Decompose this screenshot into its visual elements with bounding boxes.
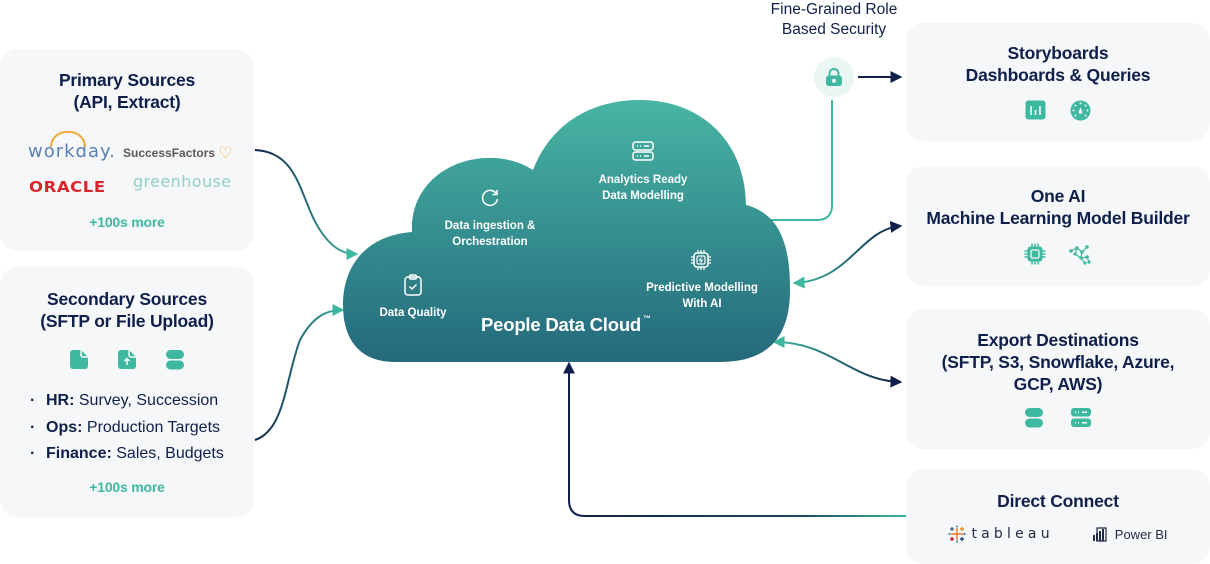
refresh-icon xyxy=(481,189,499,207)
export-subtitle-2: GCP, AWS) xyxy=(1013,374,1103,394)
primary-sources-title: Primary Sources xyxy=(58,70,196,90)
list-item: · HR: Survey, Succession xyxy=(30,392,219,409)
heart-icon: ♡ xyxy=(218,145,233,162)
source-logos: workday. SuccessFactors ♡ ORACLE greenho… xyxy=(26,131,236,203)
secondary-more-link[interactable]: +100s more xyxy=(0,479,254,495)
one-ai-card: One AI Machine Learning Model Builder xyxy=(906,166,1210,286)
export-subtitle-1: (SFTP, S3, Snowflake, Azure, xyxy=(941,352,1175,372)
connector-direct-to-cloud xyxy=(563,361,906,517)
storyboards-title: Storyboards xyxy=(1007,43,1109,63)
one-ai-icons xyxy=(906,243,1210,265)
export-title: Export Destinations xyxy=(977,330,1139,350)
dashboard-gauge-icon xyxy=(1070,100,1091,121)
security-label: Fine-Grained Role Based Security xyxy=(770,1,898,38)
bar-chart-icon xyxy=(1025,100,1046,120)
storyboards-subtitle: Dashboards & Queries xyxy=(965,65,1151,85)
connector-cloud-export xyxy=(772,336,903,388)
direct-connect-card: Direct Connect tableau Power BI xyxy=(906,469,1210,564)
power-bi-logo: Power BI xyxy=(1092,525,1168,543)
database-icon xyxy=(1025,408,1043,428)
secondary-sources-subtitle: (SFTP or File Upload) xyxy=(40,311,214,331)
secondary-sources-card: Secondary Sources (SFTP or File Upload) … xyxy=(0,267,254,517)
list-item: · Ops: Production Targets xyxy=(30,418,221,436)
people-data-cloud: Data ingestion & Orchestration Analytics … xyxy=(340,98,792,364)
feature-predictive-modelling: Predictive Modelling With AI xyxy=(646,282,758,310)
secondary-sources-title: Secondary Sources xyxy=(46,289,207,309)
database-icon xyxy=(166,350,184,370)
chip-icon xyxy=(1024,243,1046,265)
cloud-title: People Data Cloud ™ xyxy=(481,314,651,335)
secondary-icons xyxy=(0,349,254,370)
one-ai-subtitle: Machine Learning Model Builder xyxy=(926,208,1190,228)
secondary-source-list: · HR: Survey, Succession · Ops: Production… xyxy=(30,388,224,468)
feature-analytics-ready: Analytics Ready Data Modelling xyxy=(598,174,688,202)
tableau-logo: tableau xyxy=(948,525,1053,543)
ai-chip-icon xyxy=(691,250,711,270)
direct-connect-brands: tableau Power BI xyxy=(906,525,1210,543)
direct-connect-title: Direct Connect xyxy=(997,491,1119,511)
primary-more-link[interactable]: +100s more xyxy=(0,214,254,230)
feature-data-quality: Data Quality xyxy=(379,307,447,319)
lock-icon xyxy=(826,68,842,86)
primary-sources-subtitle: (API, Extract) xyxy=(73,92,181,112)
server-icon xyxy=(632,141,654,161)
file-upload-icon xyxy=(118,350,136,369)
greenhouse-logo: greenhouse xyxy=(133,172,232,191)
feature-data-ingestion: Data ingestion & Orchestration xyxy=(444,220,536,248)
storyboards-icons xyxy=(906,100,1210,121)
connector-secondary-to-cloud xyxy=(254,304,345,441)
storyboards-card: Storyboards Dashboards & Queries xyxy=(906,23,1210,141)
successfactors-logo: SuccessFactors ♡ xyxy=(123,145,233,162)
security-node xyxy=(814,57,854,97)
workday-logo: workday. xyxy=(28,131,116,162)
list-item: · Finance: Sales, Budgets xyxy=(30,445,224,462)
primary-sources-card: Primary Sources (API, Extract) workday. … xyxy=(0,49,254,251)
one-ai-title: One AI xyxy=(1030,186,1086,206)
server-icon xyxy=(1071,408,1091,427)
network-graph-icon xyxy=(1069,245,1091,265)
file-icon xyxy=(70,350,88,369)
power-bi-icon xyxy=(1092,527,1107,542)
tableau-icon xyxy=(948,525,966,543)
oracle-logo: ORACLE xyxy=(29,178,106,196)
connector-cloud-oneai xyxy=(792,220,903,289)
clipboard-check-icon xyxy=(404,274,422,296)
export-icons xyxy=(906,407,1210,428)
export-destinations-card: Export Destinations (SFTP, S3, Snowflake… xyxy=(906,309,1210,449)
